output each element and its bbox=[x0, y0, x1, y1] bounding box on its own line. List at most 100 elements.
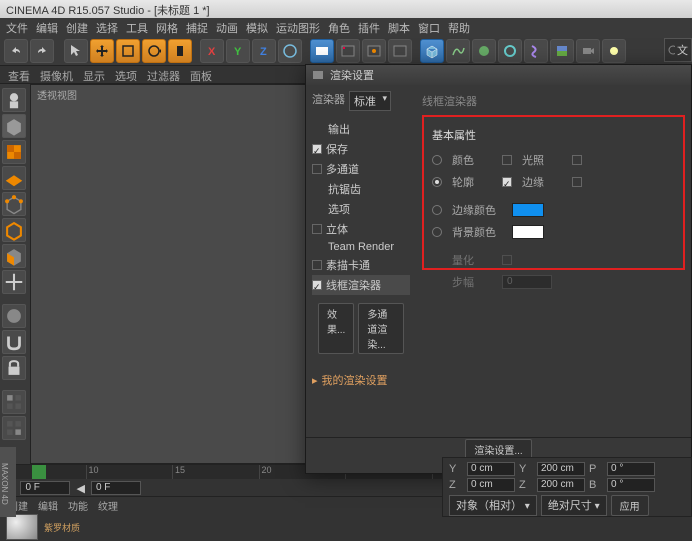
menu-plugins[interactable]: 插件 bbox=[358, 20, 380, 34]
menu-create[interactable]: 创建 bbox=[66, 20, 88, 34]
apply-button[interactable]: 应用 bbox=[611, 495, 649, 516]
rotate-tool[interactable] bbox=[142, 39, 166, 63]
render-region-button[interactable] bbox=[336, 39, 360, 63]
checkbox-icon[interactable] bbox=[502, 155, 512, 165]
checkbox-icon[interactable] bbox=[312, 164, 322, 174]
edge-mode-button[interactable] bbox=[2, 218, 26, 242]
tl-key-field[interactable]: 0 F bbox=[91, 481, 141, 495]
spline-button[interactable] bbox=[446, 39, 470, 63]
checkbox-icon[interactable] bbox=[312, 144, 322, 154]
tweak-button[interactable] bbox=[2, 304, 26, 328]
tl-start-field[interactable]: 0 F bbox=[20, 481, 70, 495]
scale-tool[interactable] bbox=[116, 39, 140, 63]
menu-file[interactable]: 文件 bbox=[6, 20, 28, 34]
menu-edit[interactable]: 编辑 bbox=[36, 20, 58, 34]
radio-icon[interactable] bbox=[432, 177, 442, 187]
timeline-playhead[interactable] bbox=[32, 465, 46, 479]
lock-button[interactable] bbox=[2, 356, 26, 380]
model-mode-button[interactable] bbox=[2, 114, 26, 138]
point-mode-button[interactable] bbox=[2, 192, 26, 216]
checkbox-icon[interactable] bbox=[572, 155, 582, 165]
opt-aa[interactable]: 抗锯齿 bbox=[312, 179, 410, 199]
checkbox-icon[interactable] bbox=[312, 280, 322, 290]
menu-anim[interactable]: 动画 bbox=[216, 20, 238, 34]
axis-mode-button[interactable] bbox=[2, 270, 26, 294]
material-thumbnail[interactable] bbox=[6, 514, 38, 540]
opt-sketch[interactable]: 素描卡通 bbox=[312, 255, 410, 275]
multipass-button[interactable]: 多通道渲染... bbox=[358, 303, 404, 354]
coord-y-size[interactable]: 200 cm bbox=[537, 462, 585, 476]
axis-x-button[interactable]: X bbox=[200, 39, 224, 63]
coord-y-pos[interactable]: 0 cm bbox=[467, 462, 515, 476]
light-button[interactable] bbox=[602, 39, 626, 63]
edge-color-swatch[interactable] bbox=[512, 203, 544, 217]
radio-icon[interactable] bbox=[432, 227, 442, 237]
mat-tab-tex[interactable]: 纹理 bbox=[98, 498, 118, 512]
vtab-options[interactable]: 选项 bbox=[115, 68, 137, 81]
radio-icon[interactable] bbox=[432, 205, 442, 215]
workplane-button[interactable] bbox=[2, 166, 26, 190]
render-pv-button[interactable] bbox=[362, 39, 386, 63]
vtab-filter[interactable]: 过滤器 bbox=[147, 68, 180, 81]
menu-char[interactable]: 角色 bbox=[328, 20, 350, 34]
menu-mesh[interactable]: 网格 bbox=[156, 20, 178, 34]
opt-options[interactable]: 选项 bbox=[312, 199, 410, 219]
checkbox-icon[interactable] bbox=[502, 177, 512, 187]
bg-color-swatch[interactable] bbox=[512, 225, 544, 239]
select-tool[interactable] bbox=[64, 39, 88, 63]
vtab-view[interactable]: 查看 bbox=[8, 68, 30, 81]
cube-prim-button[interactable] bbox=[420, 39, 444, 63]
opt-multipass[interactable]: 多通道 bbox=[312, 159, 410, 179]
dialog-titlebar[interactable]: 渲染设置 bbox=[306, 65, 691, 85]
coord-p-rot[interactable]: 0 ° bbox=[607, 462, 655, 476]
vtab-panel[interactable]: 面板 bbox=[190, 68, 212, 81]
menu-help[interactable]: 帮助 bbox=[448, 20, 470, 34]
coord-z-size[interactable]: 200 cm bbox=[537, 478, 585, 492]
opt-save[interactable]: 保存 bbox=[312, 139, 410, 159]
vtab-camera[interactable]: 摄像机 bbox=[40, 68, 73, 81]
checkbox-icon[interactable] bbox=[312, 224, 322, 234]
render-settings-button[interactable] bbox=[388, 39, 412, 63]
mat-tab-func[interactable]: 功能 bbox=[68, 498, 88, 512]
opt-wireframe[interactable]: 线框渲染器 bbox=[312, 275, 410, 295]
make-editable-button[interactable] bbox=[2, 88, 26, 112]
opt-output[interactable]: 输出 bbox=[312, 119, 410, 139]
radio-icon[interactable] bbox=[432, 155, 442, 165]
undo-button[interactable] bbox=[4, 39, 28, 63]
render-view-button[interactable] bbox=[310, 39, 334, 63]
coord-b-rot[interactable]: 0 ° bbox=[607, 478, 655, 492]
my-render-settings[interactable]: 我的渲染设置 bbox=[312, 372, 410, 388]
vtab-display[interactable]: 显示 bbox=[83, 68, 105, 81]
renderer-dropdown[interactable]: 标准 bbox=[349, 91, 391, 111]
checkbox-icon[interactable] bbox=[312, 260, 322, 270]
menu-sim[interactable]: 模拟 bbox=[246, 20, 268, 34]
coord-mode-dropdown[interactable]: 对象（相对） ▾ bbox=[449, 495, 537, 516]
move-tool[interactable] bbox=[90, 39, 114, 63]
coord-z-pos[interactable]: 0 cm bbox=[467, 478, 515, 492]
mat-tab-edit[interactable]: 编辑 bbox=[38, 498, 58, 512]
menu-script[interactable]: 脚本 bbox=[388, 20, 410, 34]
right-mini-panel[interactable]: 文 bbox=[664, 38, 692, 62]
checkbox-icon[interactable] bbox=[572, 177, 582, 187]
menu-mograph[interactable]: 运动图形 bbox=[276, 20, 320, 34]
opt-stereo[interactable]: 立体 bbox=[312, 219, 410, 239]
menu-tools[interactable]: 工具 bbox=[126, 20, 148, 34]
recent-tool[interactable] bbox=[168, 39, 192, 63]
generator-button[interactable] bbox=[498, 39, 522, 63]
menu-select[interactable]: 选择 bbox=[96, 20, 118, 34]
texture-mode-button[interactable] bbox=[2, 140, 26, 164]
tl-key-icon[interactable]: ◀ bbox=[76, 482, 84, 495]
size-mode-dropdown[interactable]: 绝对尺寸 ▾ bbox=[541, 495, 607, 516]
axis-y-button[interactable]: Y bbox=[226, 39, 250, 63]
opt-teamrender[interactable]: Team Render bbox=[312, 239, 410, 255]
v2-button[interactable] bbox=[2, 416, 26, 440]
nurbs-button[interactable] bbox=[472, 39, 496, 63]
menu-window[interactable]: 窗口 bbox=[418, 20, 440, 34]
snap-button[interactable] bbox=[2, 330, 26, 354]
poly-mode-button[interactable] bbox=[2, 244, 26, 268]
camera-button[interactable] bbox=[576, 39, 600, 63]
redo-button[interactable] bbox=[30, 39, 54, 63]
env-button[interactable] bbox=[550, 39, 574, 63]
menu-snap[interactable]: 捕捉 bbox=[186, 20, 208, 34]
axis-z-button[interactable]: Z bbox=[252, 39, 276, 63]
